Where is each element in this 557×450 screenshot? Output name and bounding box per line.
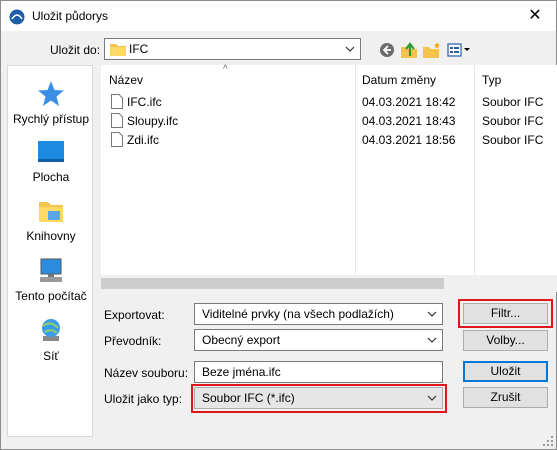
file-type: Soubor IFC	[482, 95, 544, 109]
view-menu-icon[interactable]	[446, 40, 472, 60]
column-header-name[interactable]: Název	[109, 73, 143, 87]
file-date: 04.03.2021 18:42	[362, 95, 456, 109]
up-folder-icon[interactable]	[399, 40, 419, 60]
file-type: Soubor IFC	[482, 114, 544, 128]
column-header-date[interactable]: Datum změny	[362, 73, 436, 87]
filetype-highlight	[191, 384, 447, 413]
close-icon: ✕	[528, 7, 542, 24]
place-label: Síť	[43, 349, 59, 363]
app-icon	[9, 9, 25, 25]
network-icon	[42, 319, 60, 341]
file-list[interactable]: ^ Název Datum změny Typ IFC.ifc 04.03.20…	[101, 64, 557, 275]
translator-label: Převodník:	[104, 334, 162, 348]
place-this-pc[interactable]: Tento počítač	[8, 256, 94, 303]
translator-value: Obecný export	[202, 333, 281, 347]
place-desktop[interactable]: Plocha	[8, 137, 94, 184]
place-libraries[interactable]: Knihovny	[8, 196, 94, 243]
chevron-down-icon	[345, 46, 355, 52]
file-date: 04.03.2021 18:43	[362, 114, 456, 128]
folder-icon	[110, 44, 126, 56]
file-icon	[111, 113, 123, 128]
file-row[interactable]: Zdi.ifc 04.03.2021 18:56 Soubor IFC	[101, 130, 557, 150]
window-title: Uložit půdorys	[32, 9, 109, 23]
sort-arrow-icon: ^	[223, 64, 228, 75]
filename-value: Beze jména.ifc	[202, 365, 281, 379]
save-in-dropdown[interactable]: IFC	[104, 38, 361, 60]
file-name: Zdi.ifc	[127, 133, 160, 147]
file-type: Soubor IFC	[482, 133, 544, 147]
back-icon[interactable]	[377, 40, 397, 60]
star-icon	[38, 81, 64, 106]
place-label: Knihovny	[26, 229, 76, 243]
file-row[interactable]: IFC.ifc 04.03.2021 18:42 Soubor IFC	[101, 92, 557, 112]
place-label: Plocha	[32, 170, 70, 184]
file-row[interactable]: Sloupy.ifc 04.03.2021 18:43 Soubor IFC	[101, 111, 557, 131]
places-bar: Rychlý přístup Plocha Knihovny Tento poč…	[7, 65, 93, 437]
translator-dropdown[interactable]: Obecný export	[194, 329, 443, 351]
place-quick-access[interactable]: Rychlý přístup	[8, 79, 94, 126]
horizontal-scrollbar[interactable]	[101, 275, 557, 292]
filename-input[interactable]: Beze jména.ifc	[194, 361, 443, 383]
resize-grip-icon[interactable]	[542, 435, 554, 447]
save-in-label: Uložit do:	[50, 43, 101, 57]
new-folder-icon[interactable]	[422, 40, 442, 60]
save-button[interactable]: Uložit	[463, 361, 548, 382]
desktop-icon	[38, 141, 64, 162]
libraries-icon	[39, 202, 63, 222]
scrollbar-thumb[interactable]	[101, 278, 444, 289]
save-in-value: IFC	[129, 42, 149, 56]
filetype-label: Uložit jako typ:	[104, 392, 183, 406]
file-icon	[111, 132, 123, 147]
file-icon	[111, 94, 123, 109]
place-label: Rychlý přístup	[12, 112, 90, 126]
file-name: Sloupy.ifc	[127, 114, 179, 128]
export-dropdown[interactable]: Viditelné prvky (na všech podlažích)	[194, 303, 443, 325]
close-button[interactable]: ✕	[514, 1, 556, 31]
options-button[interactable]: Volby...	[463, 330, 548, 351]
export-value: Viditelné prvky (na všech podlažích)	[202, 307, 394, 321]
place-label: Tento počítač	[15, 289, 87, 303]
place-network[interactable]: Síť	[8, 316, 94, 363]
cancel-button[interactable]: Zrušit	[463, 387, 548, 408]
filename-label: Název souboru:	[104, 366, 189, 380]
computer-icon	[40, 258, 62, 282]
column-header-type[interactable]: Typ	[482, 73, 501, 87]
file-date: 04.03.2021 18:56	[362, 133, 456, 147]
file-name: IFC.ifc	[127, 95, 162, 109]
filter-highlight	[458, 299, 553, 328]
export-label: Exportovat:	[104, 308, 165, 322]
title-bar: Uložit půdorys ✕	[1, 1, 556, 31]
save-dialog: Uložit půdorys ✕ Uložit do: IFC Rychlý p…	[0, 0, 557, 450]
chevron-down-icon	[427, 311, 437, 317]
chevron-down-icon	[427, 337, 437, 343]
